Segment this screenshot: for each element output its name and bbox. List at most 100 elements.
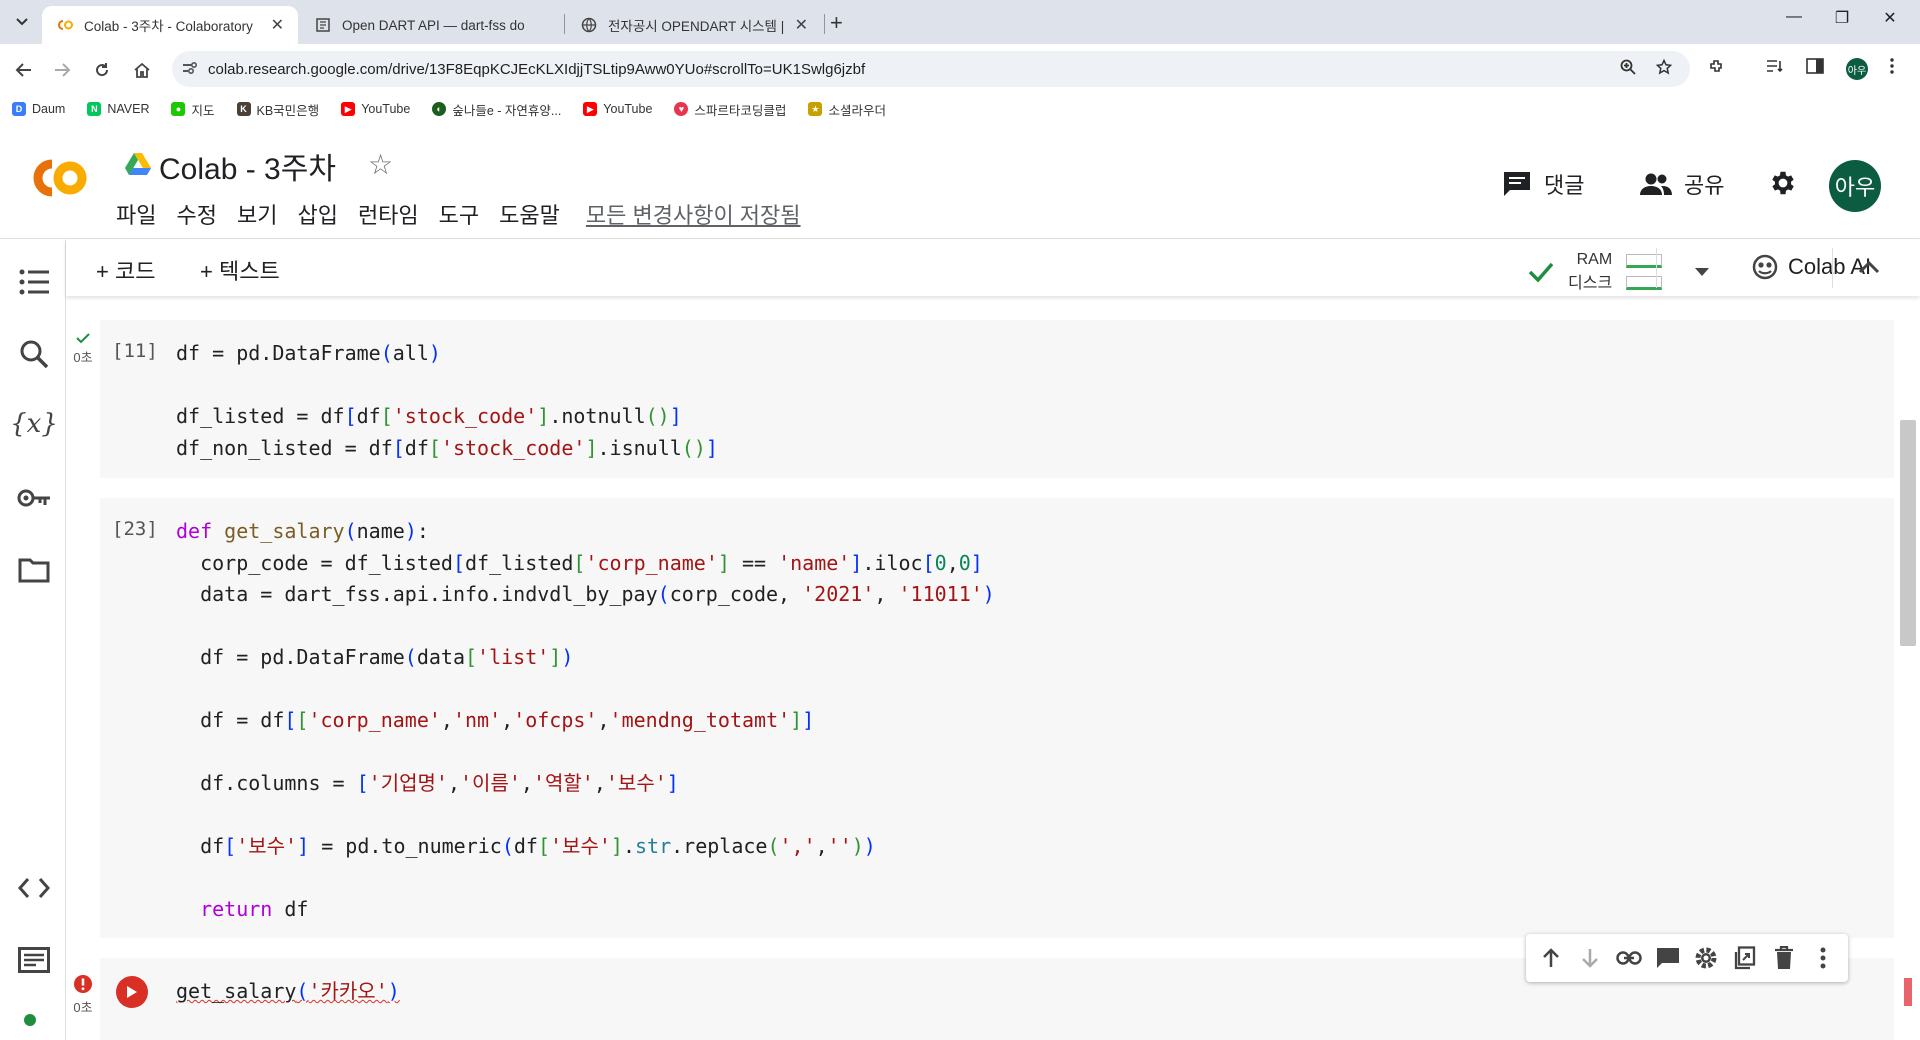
colab-logo-icon[interactable] (24, 154, 92, 202)
extensions-icon[interactable] (1708, 58, 1726, 76)
trash-icon[interactable] (1770, 944, 1798, 972)
comment-button[interactable]: 댓글 (1502, 168, 1584, 200)
bookmark-map[interactable]: ● 지도 (171, 100, 215, 119)
variables-icon[interactable]: {𝑥} (10, 406, 58, 442)
collapse-header-icon[interactable] (1858, 260, 1880, 274)
back-button[interactable] (10, 56, 38, 84)
play-icon (127, 986, 137, 998)
resource-monitor[interactable]: RAM 디스크 (1528, 248, 1710, 296)
menu-view[interactable]: 보기 (237, 198, 277, 230)
execution-count: [11] (112, 340, 158, 362)
settings-button[interactable] (1768, 168, 1798, 198)
close-tab-icon[interactable]: ✕ (271, 15, 284, 35)
more-options-icon[interactable] (1809, 944, 1837, 972)
menu-file[interactable]: 파일 (116, 198, 156, 230)
menu-edit[interactable]: 수정 (176, 198, 216, 230)
execution-time: 0초 (73, 350, 93, 365)
caret-down-icon[interactable] (1694, 267, 1710, 277)
reload-button[interactable] (88, 56, 116, 84)
comment-icon[interactable] (1654, 944, 1682, 972)
scroll-marker (1904, 978, 1912, 1006)
disk-label: 디스크 (1568, 275, 1613, 292)
new-tab-button[interactable]: + (830, 10, 843, 36)
tab-opendart[interactable]: 전자공시 OPENDART 시스템 | ✕ (566, 6, 822, 44)
menu-insert[interactable]: 삽입 (297, 198, 337, 230)
google-drive-icon[interactable] (125, 152, 151, 176)
toolbar-divider (1656, 248, 1657, 288)
tab-search-button[interactable] (8, 10, 36, 34)
bookmark-social[interactable]: ★ 소셜라우더 (808, 100, 886, 119)
tab-separator (564, 14, 565, 34)
close-tab-icon[interactable]: ✕ (795, 15, 808, 35)
tab-dart-fss-docs[interactable]: Open DART API — dart-fss do (300, 6, 562, 44)
tab-title: Colab - 3주차 - Colaboratory (84, 19, 253, 34)
browser-menu-icon[interactable] (1890, 58, 1894, 74)
toolbar-divider (1832, 248, 1833, 288)
star-icon[interactable]: ☆ (368, 148, 393, 181)
colab-ai-button[interactable]: Colab AI (1752, 254, 1871, 280)
code-editor[interactable]: df = pd.DataFrame(all) df_listed = df[df… (176, 338, 718, 464)
code-editor[interactable]: get_salary('카카오') (176, 976, 400, 1008)
side-panel-icon[interactable] (1806, 58, 1824, 74)
site-info-icon[interactable] (172, 61, 208, 78)
tab-separator (824, 14, 825, 34)
bookmarks-bar: D Daum N NAVER ● 지도 K KB국민은행 ▶ YouTube ◐ 숲나들e … (0, 94, 1920, 124)
key-icon[interactable] (16, 480, 52, 516)
code-editor[interactable]: def get_salary(name): corp_code = df_lis… (176, 516, 995, 926)
connection-status-dot (24, 1014, 36, 1026)
add-text-button[interactable]: + 텍스트 (200, 254, 280, 286)
bookmark-label: 소셜라우더 (828, 103, 886, 118)
naver-icon: N (87, 102, 102, 116)
home-icon (134, 62, 150, 78)
run-cell-button[interactable] (116, 976, 148, 1008)
reload-icon (96, 63, 109, 77)
table-of-contents-icon[interactable] (16, 264, 52, 300)
reading-list-icon[interactable] (1766, 58, 1784, 74)
restore-window-icon[interactable]: ❐ (1822, 8, 1862, 28)
colab-favicon-icon (56, 16, 74, 34)
bookmark-youtube-2[interactable]: ▶ YouTube (583, 102, 652, 116)
bookmark-label: Daum (32, 102, 66, 116)
search-icon[interactable] (16, 336, 52, 372)
ram-label: RAM (1576, 251, 1613, 268)
tab-colab[interactable]: Colab - 3주차 - Colaboratory ✕ (42, 6, 298, 44)
move-up-icon[interactable] (1537, 944, 1565, 972)
link-icon[interactable] (1615, 944, 1643, 972)
forward-button[interactable] (48, 56, 76, 84)
bookmark-daum[interactable]: D Daum (12, 102, 65, 116)
bookmark-label: 스파르타코딩클럽 (694, 103, 787, 118)
address-bar[interactable]: colab.research.google.com/drive/13F8EqpK… (172, 51, 1690, 87)
bookmark-sparta[interactable]: ♥ 스파르타코딩클럽 (674, 100, 786, 119)
add-code-button[interactable]: + 코드 (96, 254, 155, 286)
daum-icon: D (12, 102, 26, 116)
code-snippets-icon[interactable] (16, 870, 52, 906)
zoom-icon[interactable] (1620, 59, 1636, 80)
move-down-icon[interactable] (1576, 944, 1604, 972)
mirror-cell-icon[interactable] (1731, 944, 1759, 972)
notebook-title[interactable]: Colab - 3주차 (159, 144, 336, 188)
youtube-icon: ▶ (583, 102, 598, 116)
bookmark-kb[interactable]: K KB국민은행 (236, 100, 319, 119)
share-button[interactable]: 공유 (1640, 168, 1724, 200)
account-avatar[interactable]: 아우 (1829, 160, 1881, 212)
profile-avatar: 아우 (1846, 58, 1868, 80)
menu-runtime[interactable]: 런타임 (358, 198, 419, 230)
bookmark-star-icon[interactable] (1655, 58, 1673, 80)
home-button[interactable] (128, 56, 156, 84)
code-cell[interactable]: 0초 [11] df = pd.DataFrame(all) df_listed… (73, 320, 1894, 478)
code-cell[interactable]: [23] def get_salary(name): corp_code = d… (100, 498, 1894, 938)
gear-icon[interactable] (1692, 944, 1720, 972)
close-window-icon[interactable]: ✕ (1870, 8, 1910, 28)
bookmark-youtube[interactable]: ▶ YouTube (341, 102, 410, 116)
saved-status-link[interactable]: 모든 변경사항이 저장됨 (586, 198, 801, 230)
profile-button[interactable]: 아우 (1846, 58, 1868, 80)
command-palette-icon[interactable] (16, 942, 52, 978)
menu-tools[interactable]: 도구 (439, 198, 479, 230)
scrollbar-thumb[interactable] (1900, 420, 1916, 646)
bookmark-forest[interactable]: ◐ 숲나들e - 자연휴양... (432, 100, 561, 119)
bookmark-naver[interactable]: N NAVER (87, 102, 149, 116)
comment-icon (1504, 172, 1530, 196)
folder-icon[interactable] (16, 552, 52, 588)
menu-help[interactable]: 도움말 (499, 198, 560, 230)
minimize-window-icon[interactable]: — (1774, 8, 1814, 26)
